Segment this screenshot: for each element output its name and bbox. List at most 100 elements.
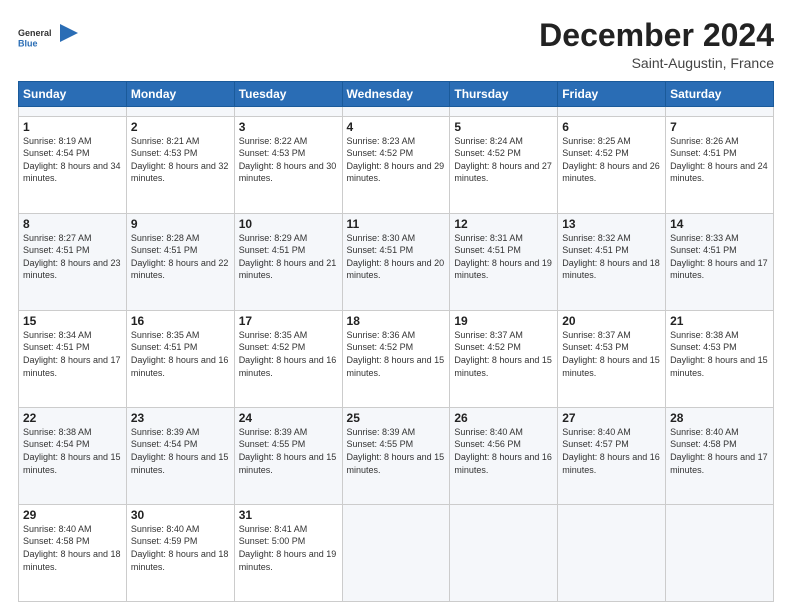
day-info: Sunrise: 8:38 AM Sunset: 4:53 PM Dayligh… (670, 329, 769, 379)
sunset-text: Sunset: 4:51 PM (239, 244, 338, 257)
day-number: 19 (454, 314, 553, 328)
day-number: 23 (131, 411, 230, 425)
day-info: Sunrise: 8:27 AM Sunset: 4:51 PM Dayligh… (23, 232, 122, 282)
daylight-text: Daylight: 8 hours and 16 minutes. (454, 451, 553, 476)
table-row (234, 107, 342, 116)
col-tuesday: Tuesday (234, 82, 342, 107)
table-row: 19 Sunrise: 8:37 AM Sunset: 4:52 PM Dayl… (450, 310, 558, 407)
table-row: 11 Sunrise: 8:30 AM Sunset: 4:51 PM Dayl… (342, 213, 450, 310)
daylight-text: Daylight: 8 hours and 21 minutes. (239, 257, 338, 282)
day-number: 8 (23, 217, 122, 231)
sunrise-text: Sunrise: 8:36 AM (347, 329, 446, 342)
sunrise-text: Sunrise: 8:40 AM (670, 426, 769, 439)
daylight-text: Daylight: 8 hours and 24 minutes. (670, 160, 769, 185)
sunrise-text: Sunrise: 8:38 AM (670, 329, 769, 342)
table-row: 3 Sunrise: 8:22 AM Sunset: 4:53 PM Dayli… (234, 116, 342, 213)
table-row: 10 Sunrise: 8:29 AM Sunset: 4:51 PM Dayl… (234, 213, 342, 310)
table-row: 13 Sunrise: 8:32 AM Sunset: 4:51 PM Dayl… (558, 213, 666, 310)
sunrise-text: Sunrise: 8:35 AM (239, 329, 338, 342)
day-number: 28 (670, 411, 769, 425)
day-info: Sunrise: 8:34 AM Sunset: 4:51 PM Dayligh… (23, 329, 122, 379)
day-number: 16 (131, 314, 230, 328)
calendar-week-row: 29 Sunrise: 8:40 AM Sunset: 4:58 PM Dayl… (19, 504, 774, 601)
sunrise-text: Sunrise: 8:32 AM (562, 232, 661, 245)
table-row: 4 Sunrise: 8:23 AM Sunset: 4:52 PM Dayli… (342, 116, 450, 213)
daylight-text: Daylight: 8 hours and 15 minutes. (347, 451, 446, 476)
table-row (558, 504, 666, 601)
sunset-text: Sunset: 4:51 PM (670, 244, 769, 257)
day-number: 3 (239, 120, 338, 134)
day-info: Sunrise: 8:19 AM Sunset: 4:54 PM Dayligh… (23, 135, 122, 185)
table-row (450, 504, 558, 601)
sunset-text: Sunset: 4:51 PM (347, 244, 446, 257)
day-info: Sunrise: 8:39 AM Sunset: 4:55 PM Dayligh… (239, 426, 338, 476)
day-number: 5 (454, 120, 553, 134)
daylight-text: Daylight: 8 hours and 15 minutes. (670, 354, 769, 379)
sunset-text: Sunset: 4:51 PM (670, 147, 769, 160)
sunset-text: Sunset: 4:54 PM (23, 438, 122, 451)
table-row: 24 Sunrise: 8:39 AM Sunset: 4:55 PM Dayl… (234, 407, 342, 504)
daylight-text: Daylight: 8 hours and 20 minutes. (347, 257, 446, 282)
sunset-text: Sunset: 4:58 PM (670, 438, 769, 451)
day-info: Sunrise: 8:35 AM Sunset: 4:51 PM Dayligh… (131, 329, 230, 379)
sunset-text: Sunset: 4:53 PM (562, 341, 661, 354)
daylight-text: Daylight: 8 hours and 22 minutes. (131, 257, 230, 282)
day-info: Sunrise: 8:40 AM Sunset: 4:58 PM Dayligh… (670, 426, 769, 476)
day-info: Sunrise: 8:22 AM Sunset: 4:53 PM Dayligh… (239, 135, 338, 185)
day-number: 7 (670, 120, 769, 134)
day-number: 10 (239, 217, 338, 231)
sunrise-text: Sunrise: 8:35 AM (131, 329, 230, 342)
daylight-text: Daylight: 8 hours and 18 minutes. (131, 548, 230, 573)
daylight-text: Daylight: 8 hours and 26 minutes. (562, 160, 661, 185)
daylight-text: Daylight: 8 hours and 19 minutes. (454, 257, 553, 282)
sunset-text: Sunset: 4:51 PM (131, 244, 230, 257)
daylight-text: Daylight: 8 hours and 17 minutes. (670, 257, 769, 282)
day-info: Sunrise: 8:24 AM Sunset: 4:52 PM Dayligh… (454, 135, 553, 185)
daylight-text: Daylight: 8 hours and 23 minutes. (23, 257, 122, 282)
sunrise-text: Sunrise: 8:22 AM (239, 135, 338, 148)
day-info: Sunrise: 8:26 AM Sunset: 4:51 PM Dayligh… (670, 135, 769, 185)
day-info: Sunrise: 8:35 AM Sunset: 4:52 PM Dayligh… (239, 329, 338, 379)
table-row: 23 Sunrise: 8:39 AM Sunset: 4:54 PM Dayl… (126, 407, 234, 504)
table-row: 14 Sunrise: 8:33 AM Sunset: 4:51 PM Dayl… (666, 213, 774, 310)
day-info: Sunrise: 8:36 AM Sunset: 4:52 PM Dayligh… (347, 329, 446, 379)
day-number: 18 (347, 314, 446, 328)
sunrise-text: Sunrise: 8:21 AM (131, 135, 230, 148)
daylight-text: Daylight: 8 hours and 15 minutes. (131, 451, 230, 476)
table-row: 16 Sunrise: 8:35 AM Sunset: 4:51 PM Dayl… (126, 310, 234, 407)
table-row: 17 Sunrise: 8:35 AM Sunset: 4:52 PM Dayl… (234, 310, 342, 407)
day-number: 4 (347, 120, 446, 134)
sunset-text: Sunset: 4:51 PM (562, 244, 661, 257)
day-number: 24 (239, 411, 338, 425)
calendar-week-row: 15 Sunrise: 8:34 AM Sunset: 4:51 PM Dayl… (19, 310, 774, 407)
calendar-week-row (19, 107, 774, 116)
daylight-text: Daylight: 8 hours and 15 minutes. (239, 451, 338, 476)
day-number: 6 (562, 120, 661, 134)
sunset-text: Sunset: 4:54 PM (23, 147, 122, 160)
daylight-text: Daylight: 8 hours and 15 minutes. (347, 354, 446, 379)
day-number: 15 (23, 314, 122, 328)
day-number: 2 (131, 120, 230, 134)
sunrise-text: Sunrise: 8:39 AM (347, 426, 446, 439)
col-wednesday: Wednesday (342, 82, 450, 107)
sunset-text: Sunset: 4:52 PM (562, 147, 661, 160)
col-sunday: Sunday (19, 82, 127, 107)
day-info: Sunrise: 8:31 AM Sunset: 4:51 PM Dayligh… (454, 232, 553, 282)
table-row (126, 107, 234, 116)
day-info: Sunrise: 8:25 AM Sunset: 4:52 PM Dayligh… (562, 135, 661, 185)
day-info: Sunrise: 8:23 AM Sunset: 4:52 PM Dayligh… (347, 135, 446, 185)
sunset-text: Sunset: 4:56 PM (454, 438, 553, 451)
day-number: 12 (454, 217, 553, 231)
sunset-text: Sunset: 4:53 PM (131, 147, 230, 160)
sunrise-text: Sunrise: 8:41 AM (239, 523, 338, 536)
day-number: 27 (562, 411, 661, 425)
table-row: 8 Sunrise: 8:27 AM Sunset: 4:51 PM Dayli… (19, 213, 127, 310)
sunrise-text: Sunrise: 8:39 AM (239, 426, 338, 439)
calendar-table: Sunday Monday Tuesday Wednesday Thursday… (18, 81, 774, 602)
table-row: 2 Sunrise: 8:21 AM Sunset: 4:53 PM Dayli… (126, 116, 234, 213)
month-title: December 2024 (539, 18, 774, 53)
day-info: Sunrise: 8:39 AM Sunset: 4:55 PM Dayligh… (347, 426, 446, 476)
sunset-text: Sunset: 4:51 PM (23, 244, 122, 257)
day-info: Sunrise: 8:38 AM Sunset: 4:54 PM Dayligh… (23, 426, 122, 476)
table-row: 22 Sunrise: 8:38 AM Sunset: 4:54 PM Dayl… (19, 407, 127, 504)
